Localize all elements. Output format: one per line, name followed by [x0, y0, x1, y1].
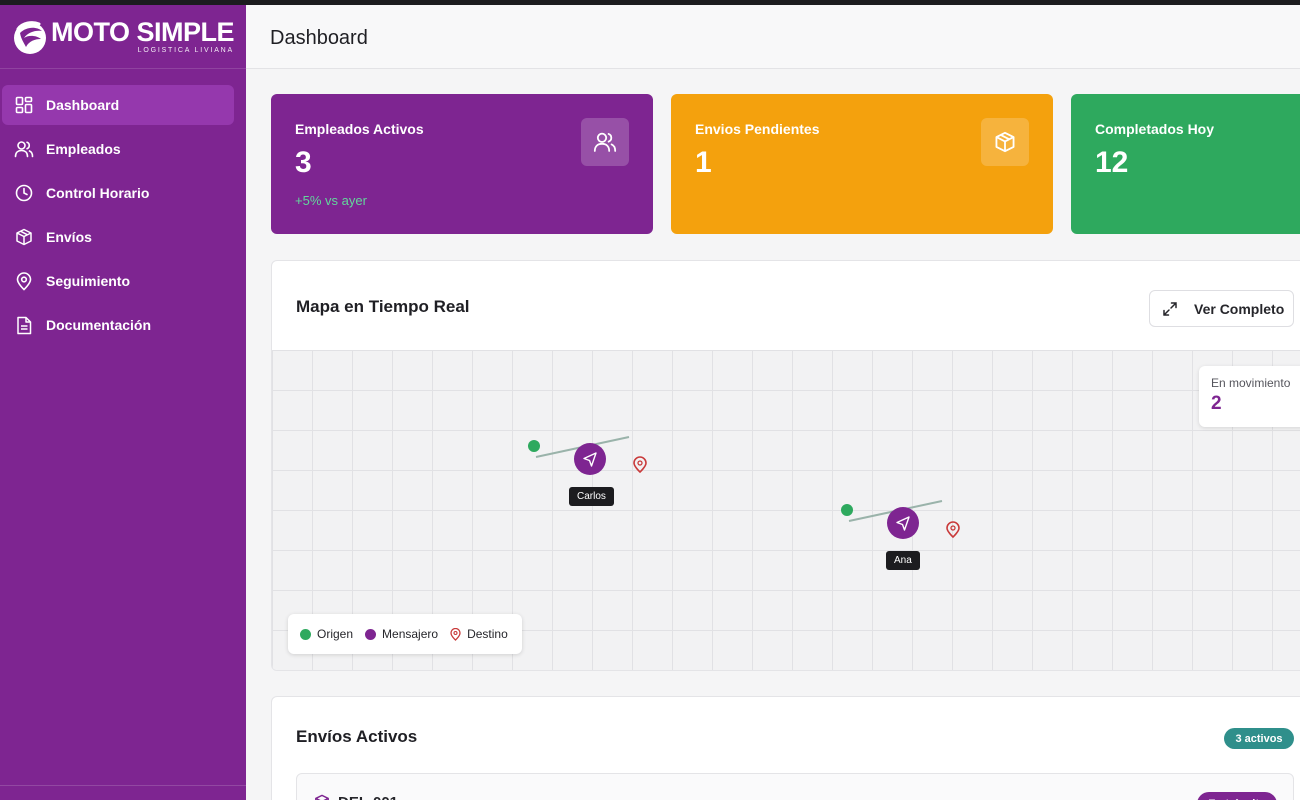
page-title: Dashboard	[270, 27, 368, 49]
package-icon	[981, 118, 1029, 166]
view-full-map-label: Ver Completo	[1194, 300, 1285, 317]
users-icon	[14, 139, 34, 159]
legend-destination: Destino	[450, 627, 508, 641]
stat-card-envios-pendientes[interactable]: Envios Pendientes 1	[671, 94, 1053, 234]
courier-marker-carlos[interactable]	[574, 443, 606, 475]
map-panel: Mapa en Tiempo Real Ver Completo Carlos …	[271, 260, 1300, 671]
live-map[interactable]: Carlos Ana En movimiento 2 Origen Mensaj…	[272, 350, 1300, 670]
brand[interactable]: MOTO SIMPLE LOGISTICA LIVIANA	[0, 5, 246, 69]
brand-tagline: LOGISTICA LIVIANA	[137, 47, 235, 54]
courier-label: Carlos	[569, 487, 614, 506]
clock-icon	[14, 183, 34, 203]
stat-card-empleados-activos[interactable]: Empleados Activos 3 +5% vs ayer	[271, 94, 653, 234]
origin-marker[interactable]	[528, 440, 540, 452]
sidebar-item-label: Empleados	[46, 141, 121, 157]
map-panel-title: Mapa en Tiempo Real	[296, 297, 470, 316]
package-icon	[14, 227, 34, 247]
legend-courier: Mensajero	[365, 627, 438, 641]
active-count-badge: 3 activos	[1224, 728, 1294, 749]
stat-value: 12	[1095, 146, 1129, 179]
legend-origin: Origen	[300, 627, 353, 641]
sidebar-item-control-horario[interactable]: Control Horario	[2, 173, 234, 213]
destination-marker[interactable]	[633, 456, 647, 474]
sidebar-item-empleados[interactable]: Empleados	[2, 129, 234, 169]
brand-logo-icon	[14, 20, 46, 54]
sidebar: MOTO SIMPLE LOGISTICA LIVIANA Dashboard …	[0, 5, 246, 800]
map-legend: Origen Mensajero Destino	[288, 614, 522, 654]
moving-count: 2	[1211, 393, 1222, 414]
sidebar-item-label: Dashboard	[46, 97, 120, 113]
sidebar-item-label: Envíos	[46, 229, 92, 245]
courier-marker-ana[interactable]	[887, 507, 919, 539]
moving-label: En movimiento	[1211, 376, 1291, 390]
origin-marker[interactable]	[841, 504, 853, 516]
legend-destination-label: Destino	[467, 627, 508, 641]
package-icon	[315, 794, 329, 800]
window-top-bar	[0, 0, 1300, 5]
shipment-id: DEL-001	[338, 794, 398, 800]
origin-dot-icon	[300, 628, 311, 640]
legend-origin-label: Origen	[317, 627, 354, 641]
stat-value: 3	[295, 146, 312, 179]
grid-icon	[14, 95, 34, 115]
stat-delta: +5% vs ayer	[295, 193, 367, 208]
sidebar-item-label: Documentación	[46, 317, 152, 333]
active-shipments-panel: Envíos Activos 3 activos DEL-001 En trán…	[271, 696, 1300, 800]
sidebar-nav: Dashboard Empleados Control Horario Enví…	[0, 69, 246, 345]
sidebar-footer-divider	[0, 785, 246, 786]
sidebar-item-seguimiento[interactable]: Seguimiento	[2, 261, 234, 301]
stat-label: Envios Pendientes	[695, 121, 820, 137]
courier-dot-icon	[365, 628, 377, 640]
courier-label: Ana	[886, 551, 920, 570]
stat-value: 1	[695, 146, 712, 179]
sidebar-item-documentacion[interactable]: Documentación	[2, 305, 234, 345]
shipment-status-badge: En tránsito	[1197, 792, 1277, 800]
map-pin-icon	[450, 627, 461, 641]
expand-icon	[1162, 301, 1178, 317]
users-icon	[581, 118, 629, 166]
map-pin-icon	[14, 271, 34, 291]
shipment-row[interactable]: DEL-001 En tránsito	[296, 773, 1294, 800]
view-full-map-button[interactable]: Ver Completo	[1149, 290, 1294, 327]
destination-marker[interactable]	[946, 521, 960, 539]
file-text-icon	[14, 315, 34, 335]
moving-counter: En movimiento 2	[1199, 366, 1300, 427]
sidebar-item-dashboard[interactable]: Dashboard	[2, 85, 234, 125]
legend-courier-label: Mensajero	[382, 627, 439, 641]
stat-label: Completados Hoy	[1095, 121, 1215, 137]
stat-label: Empleados Activos	[295, 121, 424, 137]
sidebar-item-envios[interactable]: Envíos	[2, 217, 234, 257]
page-header: Dashboard	[246, 5, 1300, 69]
sidebar-item-label: Seguimiento	[46, 273, 131, 289]
sidebar-item-label: Control Horario	[46, 185, 150, 201]
brand-name: MOTO SIMPLE	[51, 17, 235, 47]
active-shipments-title: Envíos Activos	[296, 727, 418, 746]
stat-card-completados-hoy[interactable]: Completados Hoy 12	[1071, 94, 1300, 234]
